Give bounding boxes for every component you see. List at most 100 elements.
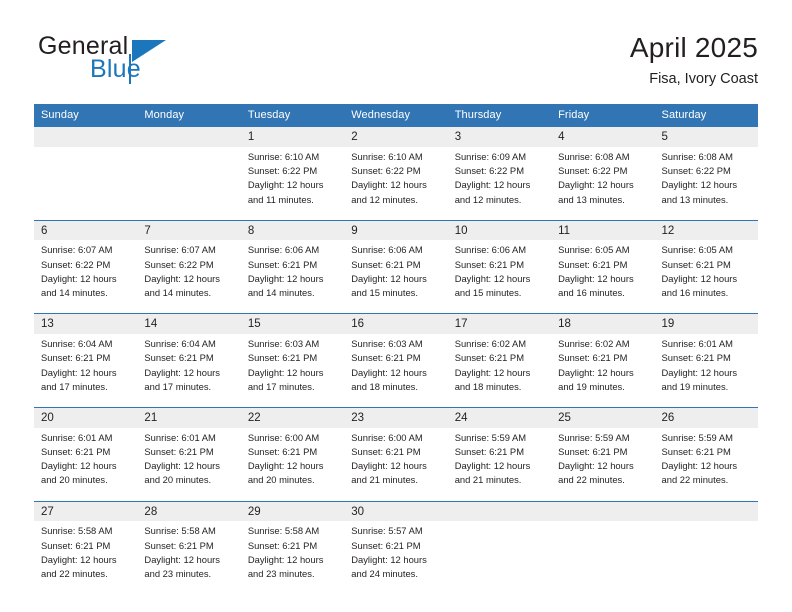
day-number[interactable]	[654, 500, 758, 522]
day-cell[interactable]: Sunrise: 6:01 AM Sunset: 6:21 PM Dayligh…	[137, 427, 241, 502]
daylight-text-line2: and 15 minutes.	[454, 287, 522, 299]
sunrise-text: Sunrise: 6:01 AM	[144, 431, 216, 443]
sunrise-text: Sunrise: 5:57 AM	[351, 525, 423, 537]
day-number[interactable]: 28	[137, 500, 241, 522]
day-number[interactable]	[551, 500, 655, 522]
daylight-text-line2: and 18 minutes.	[351, 380, 418, 392]
day-number[interactable]: 14	[137, 313, 241, 334]
day-number[interactable]: 9	[344, 219, 448, 241]
daylight-text-line2: and 21 minutes.	[351, 474, 418, 486]
day-number[interactable]: 19	[654, 313, 758, 334]
day-number[interactable]: 20	[34, 406, 138, 428]
daylight-text-line1: Daylight: 12 hours	[454, 366, 531, 378]
day-number[interactable]: 23	[344, 406, 448, 428]
day-cell[interactable]: Sunrise: 6:04 AM Sunset: 6:21 PM Dayligh…	[137, 333, 241, 408]
day-cell[interactable]: Sunrise: 6:10 AM Sunset: 6:22 PM Dayligh…	[240, 146, 345, 221]
day-number[interactable]: 30	[344, 500, 448, 522]
day-cell[interactable]	[137, 146, 241, 221]
day-cell[interactable]	[34, 146, 138, 221]
week-row-daynumbers: 6 7 8 9 10 11 12	[34, 219, 758, 241]
week-row-daynumbers: 20 21 22 23 24 25 26	[34, 406, 758, 428]
day-number[interactable]	[34, 125, 138, 147]
day-number[interactable]: 24	[447, 406, 552, 428]
day-number[interactable]: 8	[240, 219, 345, 241]
sunrise-text: Sunrise: 6:07 AM	[144, 244, 216, 256]
day-number[interactable]: 4	[551, 125, 655, 147]
day-cell[interactable]: Sunrise: 6:02 AM Sunset: 6:21 PM Dayligh…	[447, 333, 552, 408]
day-cell[interactable]: Sunrise: 6:07 AM Sunset: 6:22 PM Dayligh…	[34, 240, 138, 314]
day-cell[interactable]	[551, 521, 655, 595]
daylight-text-line1: Daylight: 12 hours	[661, 272, 738, 284]
weekday-header-thursday: Thursday	[447, 104, 552, 127]
day-cell[interactable]: Sunrise: 6:06 AM Sunset: 6:21 PM Dayligh…	[447, 240, 552, 314]
day-cell[interactable]: Sunrise: 6:06 AM Sunset: 6:21 PM Dayligh…	[344, 240, 448, 314]
day-number[interactable]: 1	[240, 125, 345, 147]
day-number[interactable]: 12	[654, 219, 758, 241]
day-cell[interactable]: Sunrise: 6:00 AM Sunset: 6:21 PM Dayligh…	[240, 427, 345, 502]
day-number[interactable]: 16	[344, 313, 448, 334]
day-cell[interactable]: Sunrise: 5:57 AM Sunset: 6:21 PM Dayligh…	[344, 521, 448, 595]
daylight-text-line1: Daylight: 12 hours	[247, 553, 324, 565]
day-number[interactable]: 17	[447, 313, 552, 334]
day-cell[interactable]: Sunrise: 6:05 AM Sunset: 6:21 PM Dayligh…	[654, 240, 758, 314]
day-number[interactable]: 21	[137, 406, 241, 428]
day-cell[interactable]: Sunrise: 6:08 AM Sunset: 6:22 PM Dayligh…	[654, 146, 758, 221]
weekday-header-saturday: Saturday	[654, 104, 758, 127]
day-cell[interactable]: Sunrise: 6:02 AM Sunset: 6:21 PM Dayligh…	[551, 333, 655, 408]
day-cell[interactable]: Sunrise: 6:09 AM Sunset: 6:22 PM Dayligh…	[447, 146, 552, 221]
sunrise-text: Sunrise: 6:00 AM	[247, 431, 320, 443]
day-number[interactable]: 2	[344, 125, 448, 147]
day-number[interactable]: 18	[551, 313, 655, 334]
brand-logo[interactable]: General Blue	[34, 32, 294, 94]
day-cell[interactable]: Sunrise: 6:06 AM Sunset: 6:21 PM Dayligh…	[240, 240, 345, 314]
sunset-text: Sunset: 6:21 PM	[247, 258, 318, 270]
sunrise-text: Sunrise: 6:04 AM	[41, 337, 113, 349]
day-cell[interactable]: Sunrise: 5:58 AM Sunset: 6:21 PM Dayligh…	[240, 521, 345, 595]
daylight-text-line2: and 23 minutes.	[247, 568, 315, 580]
day-cell[interactable]: Sunrise: 6:01 AM Sunset: 6:21 PM Dayligh…	[654, 333, 758, 408]
day-number[interactable]: 29	[240, 500, 345, 522]
day-number[interactable]: 27	[34, 500, 138, 522]
day-cell[interactable]: Sunrise: 6:04 AM Sunset: 6:21 PM Dayligh…	[34, 333, 138, 408]
day-number[interactable]: 6	[34, 219, 138, 241]
day-number[interactable]: 15	[240, 313, 345, 334]
day-number[interactable]: 26	[654, 406, 758, 428]
sunset-text: Sunset: 6:21 PM	[454, 258, 524, 270]
day-number[interactable]	[137, 125, 241, 147]
day-number[interactable]: 11	[551, 219, 655, 241]
sunset-text: Sunset: 6:21 PM	[454, 352, 524, 364]
week-row-details: Sunrise: 6:07 AM Sunset: 6:22 PM Dayligh…	[34, 240, 758, 314]
day-number[interactable]: 25	[551, 406, 655, 428]
day-number[interactable]: 7	[137, 219, 241, 241]
daylight-text-line1: Daylight: 12 hours	[247, 366, 324, 378]
daylight-text-line1: Daylight: 12 hours	[351, 553, 427, 565]
day-number[interactable]: 5	[654, 125, 758, 147]
day-cell[interactable]	[654, 521, 758, 595]
day-number[interactable]: 10	[447, 219, 552, 241]
day-cell[interactable]: Sunrise: 5:58 AM Sunset: 6:21 PM Dayligh…	[137, 521, 241, 595]
daylight-text-line1: Daylight: 12 hours	[247, 460, 324, 472]
daylight-text-line2: and 12 minutes.	[454, 193, 522, 205]
daylight-text-line2: and 24 minutes.	[351, 568, 418, 580]
day-number[interactable]	[447, 500, 552, 522]
day-cell[interactable]: Sunrise: 5:58 AM Sunset: 6:21 PM Dayligh…	[34, 521, 138, 595]
day-cell[interactable]: Sunrise: 6:01 AM Sunset: 6:21 PM Dayligh…	[34, 427, 138, 502]
day-cell[interactable]: Sunrise: 6:07 AM Sunset: 6:22 PM Dayligh…	[137, 240, 241, 314]
daylight-text-line1: Daylight: 12 hours	[454, 272, 531, 284]
daylight-text-line1: Daylight: 12 hours	[454, 179, 531, 191]
day-cell[interactable]: Sunrise: 6:08 AM Sunset: 6:22 PM Dayligh…	[551, 146, 655, 221]
day-cell[interactable]: Sunrise: 6:03 AM Sunset: 6:21 PM Dayligh…	[344, 333, 448, 408]
day-cell[interactable]: Sunrise: 6:10 AM Sunset: 6:22 PM Dayligh…	[344, 146, 448, 221]
day-cell[interactable]: Sunrise: 5:59 AM Sunset: 6:21 PM Dayligh…	[551, 427, 655, 502]
day-number[interactable]: 3	[447, 125, 552, 147]
day-cell[interactable]: Sunrise: 6:03 AM Sunset: 6:21 PM Dayligh…	[240, 333, 345, 408]
sunrise-text: Sunrise: 6:10 AM	[247, 150, 320, 162]
day-cell[interactable]: Sunrise: 6:05 AM Sunset: 6:21 PM Dayligh…	[551, 240, 655, 314]
day-cell[interactable]: Sunrise: 5:59 AM Sunset: 6:21 PM Dayligh…	[447, 427, 552, 502]
day-cell[interactable]	[447, 521, 552, 595]
day-number[interactable]: 13	[34, 313, 138, 334]
day-cell[interactable]: Sunrise: 5:59 AM Sunset: 6:21 PM Dayligh…	[654, 427, 758, 502]
day-cell[interactable]: Sunrise: 6:00 AM Sunset: 6:21 PM Dayligh…	[344, 427, 448, 502]
day-number[interactable]: 22	[240, 406, 345, 428]
sunrise-text: Sunrise: 6:01 AM	[41, 431, 113, 443]
